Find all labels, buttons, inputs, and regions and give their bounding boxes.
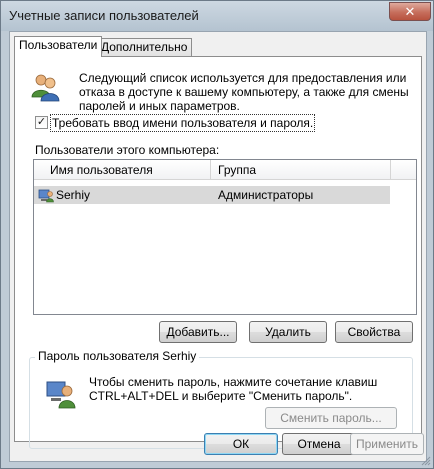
group-cell: Администраторы (218, 188, 314, 202)
column-header-group[interactable]: Группа (218, 163, 256, 177)
close-icon: ✕ (404, 4, 416, 19)
cancel-button[interactable]: Отмена (282, 433, 356, 455)
tab-advanced[interactable]: Дополнительно (96, 38, 193, 56)
user-password-icon (46, 381, 76, 409)
user-name-cell: Serhiy (56, 188, 91, 202)
user-accounts-window: Учетные записи пользователей ✕ Пользоват… (0, 0, 434, 469)
require-login-checkbox[interactable]: ✓ (35, 116, 48, 129)
properties-button[interactable]: Свойства (335, 321, 413, 343)
change-password-button[interactable]: Сменить пароль... (265, 407, 397, 429)
listview-header: Имя пользователя Группа (34, 160, 416, 180)
password-group-title: Пароль пользователя Serhiy (35, 349, 200, 363)
window-title: Учетные записи пользователей (9, 8, 199, 23)
user-account-icon (38, 189, 54, 203)
remove-user-button[interactable]: Удалить (249, 321, 327, 343)
checkmark-icon: ✓ (36, 116, 47, 128)
users-icon (31, 74, 60, 102)
ok-button[interactable]: ОК (204, 433, 278, 455)
password-instructions: Чтобы сменить пароль, нажмите сочетание … (89, 375, 378, 403)
apply-button[interactable]: Применить (350, 433, 424, 455)
table-row[interactable]: Serhiy Администраторы (34, 186, 390, 204)
users-description: Следующий список используется для предос… (79, 71, 409, 113)
column-header-username[interactable]: Имя пользователя (50, 163, 153, 177)
require-login-label[interactable]: Требовать ввод имени пользователя и паро… (49, 114, 316, 132)
column-divider[interactable] (390, 160, 391, 180)
add-user-button[interactable]: Добавить... (159, 321, 237, 343)
title-bar[interactable]: Учетные записи пользователей ✕ (1, 1, 433, 31)
tab-users[interactable]: Пользователи (14, 36, 103, 57)
resize-grip-icon[interactable] (419, 454, 431, 466)
tab-advanced-label: Дополнительно (101, 40, 188, 54)
dialog-client-area: Пользователи Дополнительно Следующий спи… (9, 31, 427, 462)
tab-users-label: Пользователи (19, 38, 98, 52)
column-divider[interactable] (210, 160, 211, 180)
close-button[interactable]: ✕ (389, 2, 431, 21)
users-list-label: Пользователи этого компьютера: (35, 143, 220, 157)
users-listview[interactable]: Имя пользователя Группа Serhiy Администр… (33, 159, 417, 315)
users-tab-panel: Следующий список используется для предос… (14, 56, 422, 449)
